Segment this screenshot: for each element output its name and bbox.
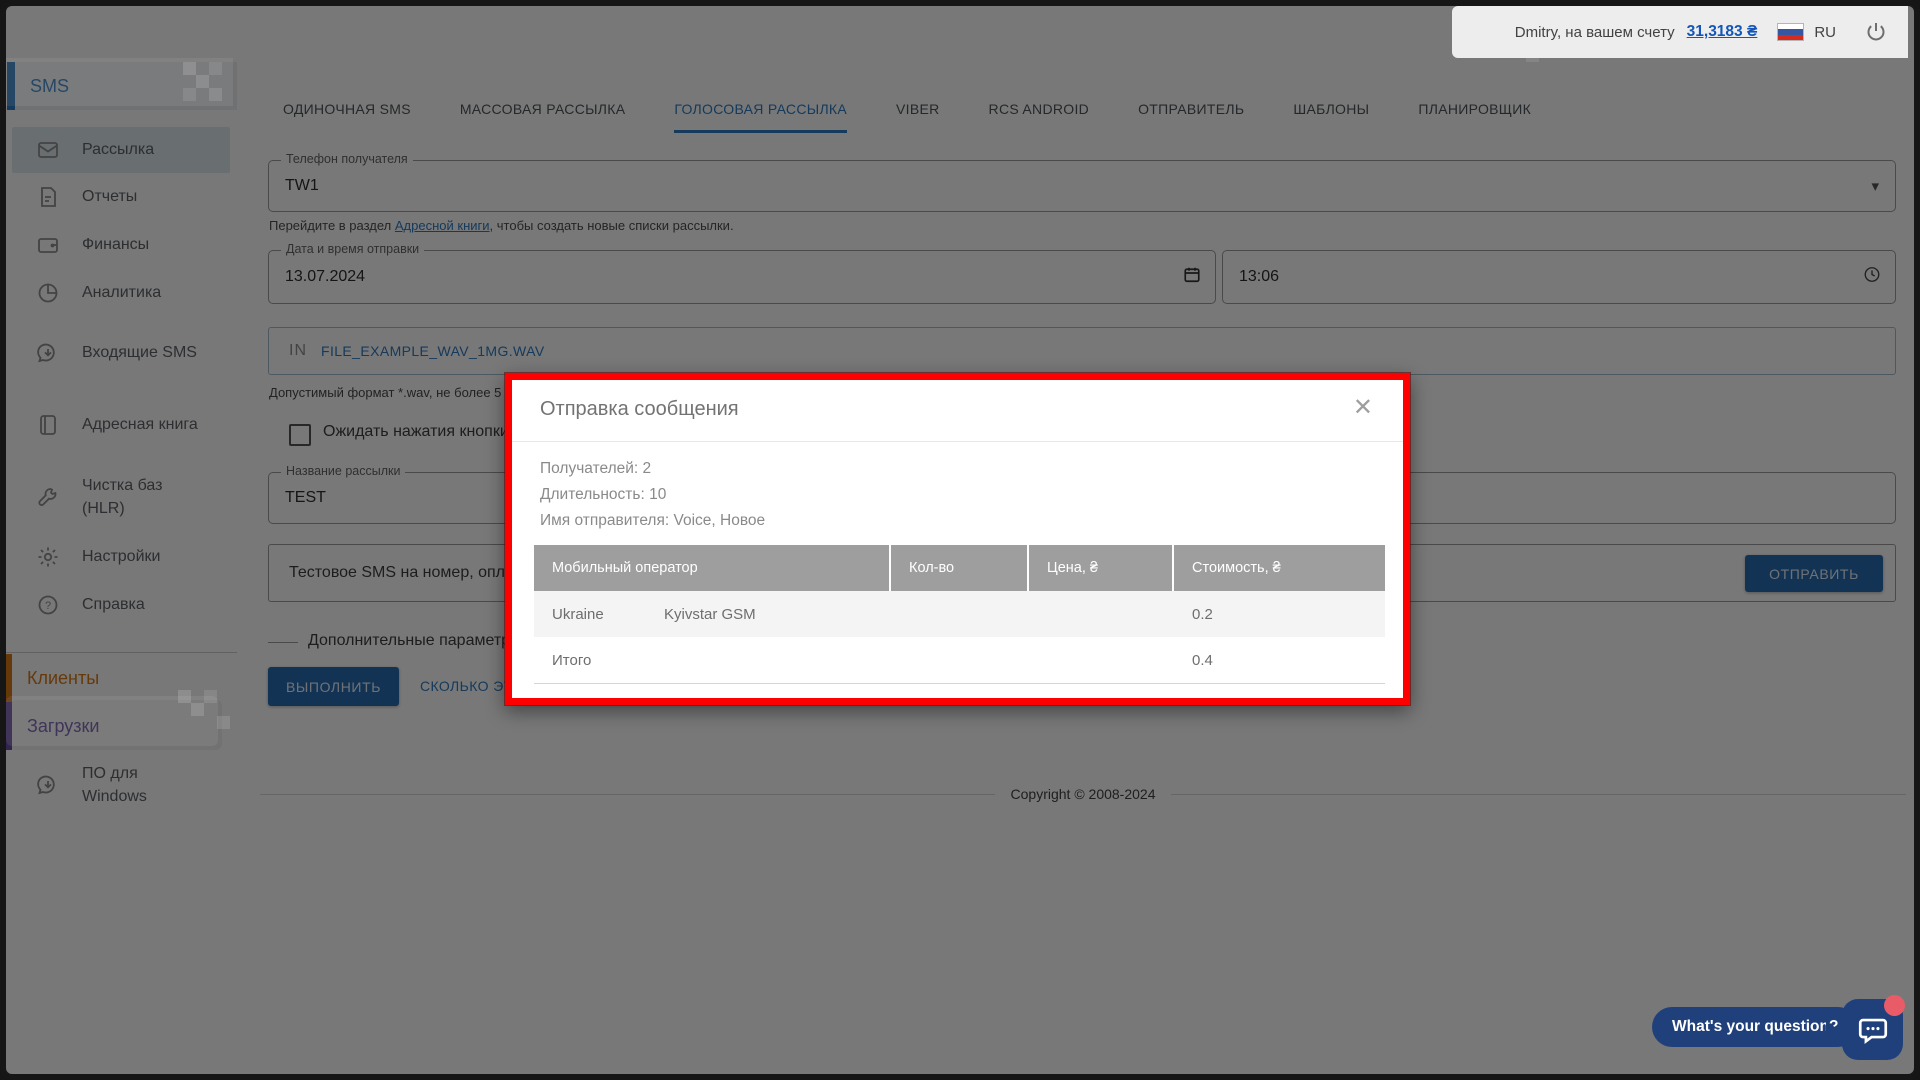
table-row-total: Итого 0.4 <box>534 637 1385 684</box>
screen: SMS Рассылка Отчеты Финансы Аналитика Вх… <box>0 0 1920 1080</box>
col-header-operator: Мобильный оператор <box>534 545 891 591</box>
cell-country: Итого <box>552 652 664 669</box>
chat-question-text: What's your question? <box>1672 1018 1838 1036</box>
col-header-price: Цена, ₴ <box>1029 545 1174 591</box>
modal-divider <box>512 441 1403 442</box>
notification-dot <box>1884 995 1905 1016</box>
cell-cost: 0.2 <box>1174 606 1385 623</box>
balance-link[interactable]: 31,3183 ₴ <box>1687 23 1758 41</box>
chat-icon <box>1856 1013 1890 1047</box>
table-row: UkraineKyivstar GSM 0.2 <box>534 591 1385 637</box>
col-header-cost: Стоимость, ₴ <box>1174 545 1385 591</box>
close-icon[interactable]: ✕ <box>1353 396 1373 420</box>
table-header-row: Мобильный оператор Кол-во Цена, ₴ Стоимо… <box>534 545 1385 591</box>
sender-line: Имя отправителя: Voice, Новое <box>540 512 765 530</box>
pixel-decor <box>178 690 191 703</box>
cell-operator: Kyivstar GSM <box>664 606 756 623</box>
downloads-row-glow <box>6 696 218 746</box>
recipients-line: Получателей: 2 <box>540 460 651 478</box>
send-message-modal: Отправка сообщения ✕ Получателей: 2 Длит… <box>505 373 1410 705</box>
language-selector[interactable]: RU <box>1814 24 1836 41</box>
user-greeting: Dmitry, на вашем счету <box>1515 24 1675 41</box>
modal-title: Отправка сообщения <box>540 398 739 421</box>
col-header-qty: Кол-во <box>891 545 1029 591</box>
ru-flag-icon[interactable] <box>1777 23 1804 41</box>
user-panel: Dmitry, на вашем счету 31,3183 ₴ RU <box>1452 6 1908 58</box>
cell-country: Ukraine <box>552 606 664 623</box>
duration-line: Длительность: 10 <box>540 486 666 504</box>
sms-row-glow <box>4 58 233 106</box>
cell-cost: 0.4 <box>1174 652 1385 669</box>
price-table: Мобильный оператор Кол-во Цена, ₴ Стоимо… <box>534 545 1385 684</box>
power-icon[interactable] <box>1864 20 1888 44</box>
chat-bubble-tail <box>1826 1022 1842 1040</box>
